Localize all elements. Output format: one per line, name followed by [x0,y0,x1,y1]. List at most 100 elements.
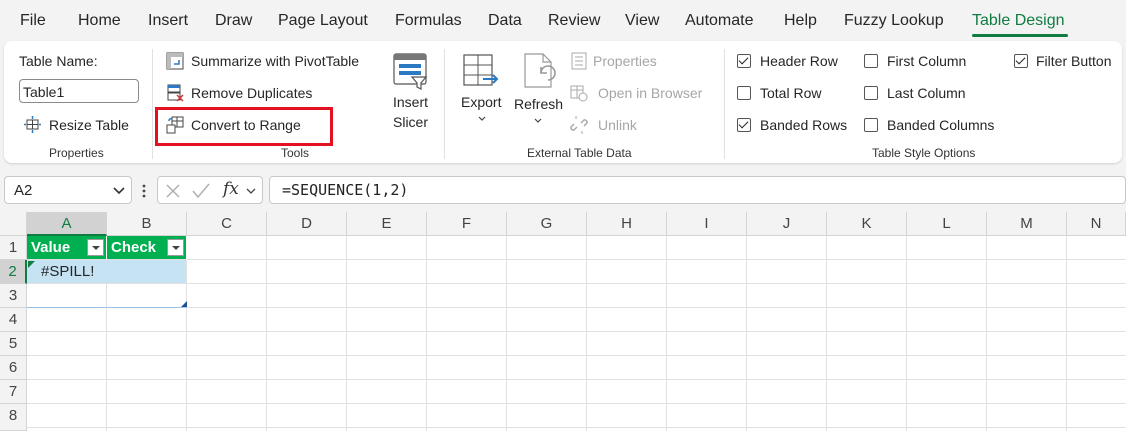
menu-view[interactable]: View [625,12,659,30]
grid-lines [27,236,1126,431]
more-options-icon[interactable] [142,183,146,199]
refresh-button[interactable]: Refresh [509,49,567,139]
cell-a3[interactable] [27,284,107,308]
open-in-browser-label: Open in Browser [598,85,703,101]
filter-dropdown-icon[interactable] [167,239,184,256]
cell-b3[interactable] [107,284,187,308]
filter-button-checkbox[interactable] [1014,54,1028,68]
select-all-corner[interactable] [0,212,27,236]
chevron-down-icon[interactable] [113,187,125,195]
export-button[interactable]: Export [455,49,509,139]
menu-fuzzy-lookup[interactable]: Fuzzy Lookup [844,12,944,30]
banded-rows-checkbox[interactable] [737,118,751,132]
menu-automate[interactable]: Automate [685,12,753,30]
group-separator [724,49,725,159]
row-header-1[interactable]: 1 [0,236,27,260]
enter-check-icon[interactable] [192,183,210,199]
header-row-option[interactable]: Header Row [737,53,852,71]
formula-input[interactable]: =SEQUENCE(1,2) [269,176,1126,204]
cancel-icon[interactable] [165,183,181,199]
menu-table-design[interactable]: Table Design [972,12,1065,30]
menu-data[interactable]: Data [488,12,522,30]
banded-columns-option[interactable]: Banded Columns [864,117,1009,135]
table-name-input[interactable]: Table1 [19,79,139,103]
name-box[interactable]: A2 [4,176,132,204]
column-header-l[interactable]: L [907,212,987,236]
column-header-c[interactable]: C [187,212,267,236]
row-header-3[interactable]: 3 [0,284,27,308]
table-resize-handle-icon[interactable] [181,301,187,307]
column-header-g[interactable]: G [507,212,587,236]
menu-formulas[interactable]: Formulas [395,12,462,30]
column-header-f[interactable]: F [427,212,507,236]
menu-file[interactable]: File [20,12,46,30]
table-header-label: Check [111,239,157,256]
summarize-pivottable-label: Summarize with PivotTable [191,53,360,69]
column-header-k[interactable]: K [827,212,907,236]
remove-duplicates-icon [167,84,184,102]
insert-function-icon[interactable]: fx [223,179,239,199]
column-header-j[interactable]: J [747,212,827,236]
resize-table-button[interactable]: Resize Table [22,115,142,135]
column-header-a[interactable]: A [27,212,107,236]
menu-insert[interactable]: Insert [148,12,188,30]
last-column-label: Last Column [887,85,966,101]
row-header-2[interactable]: 2 [0,260,27,284]
menu-draw[interactable]: Draw [215,12,252,30]
column-header-d[interactable]: D [267,212,347,236]
cell-a2[interactable]: #SPILL! [27,260,107,284]
banded-rows-option[interactable]: Banded Rows [737,117,857,135]
cell-b2[interactable] [107,260,187,284]
tools-group-label: Tools [281,146,310,160]
first-column-checkbox[interactable] [864,54,878,68]
column-header-m[interactable]: M [987,212,1067,236]
column-header-n[interactable]: N [1067,212,1126,236]
group-separator [152,49,153,159]
menu-page-layout[interactable]: Page Layout [278,12,368,30]
menu-help[interactable]: Help [784,12,817,30]
unlink-label: Unlink [598,117,637,133]
header-row-checkbox[interactable] [737,54,751,68]
remove-duplicates-button[interactable]: Remove Duplicates [164,83,334,103]
properties-icon [571,52,587,70]
banded-columns-label: Banded Columns [887,117,995,133]
refresh-icon [524,53,556,88]
column-header-b[interactable]: B [107,212,187,236]
filter-button-option[interactable]: Filter Button [1014,53,1122,71]
chevron-down-icon[interactable] [246,188,256,195]
column-header-h[interactable]: H [587,212,667,236]
menu-review[interactable]: Review [548,12,600,30]
filter-dropdown-icon[interactable] [87,239,104,256]
style-options-group-label: Table Style Options [872,146,976,160]
total-row-option[interactable]: Total Row [737,85,837,103]
chevron-down-icon [534,118,542,123]
menu-home[interactable]: Home [78,12,121,30]
summarize-pivottable-button[interactable]: Summarize with PivotTable [164,51,379,71]
column-header-i[interactable]: I [667,212,747,236]
last-column-option[interactable]: Last Column [864,85,979,103]
insert-slicer-button[interactable]: Insert Slicer [382,49,440,139]
error-indicator-icon[interactable] [28,261,35,268]
export-label: Export [461,94,502,110]
row-header-6[interactable]: 6 [0,356,27,380]
insert-slicer-label-2: Slicer [393,114,429,130]
insert-slicer-icon [393,53,428,90]
spill-error-value: #SPILL! [41,263,95,280]
column-header-e[interactable]: E [347,212,427,236]
total-row-checkbox[interactable] [737,86,751,100]
first-column-option[interactable]: First Column [864,53,979,71]
open-in-browser-button[interactable]: Open in Browser [568,83,713,103]
banded-columns-checkbox[interactable] [864,118,878,132]
row-header-7[interactable]: 7 [0,380,27,404]
row-header-5[interactable]: 5 [0,332,27,356]
resize-table-label: Resize Table [49,117,129,133]
table-header-check[interactable]: Check [107,236,187,260]
unlink-button[interactable]: Unlink [568,115,648,135]
row-header-4[interactable]: 4 [0,308,27,332]
total-row-label: Total Row [760,85,822,101]
properties-button[interactable]: Properties [568,51,708,71]
chevron-down-icon [478,116,486,121]
table-header-value[interactable]: Value [27,236,107,260]
last-column-checkbox[interactable] [864,86,878,100]
row-header-8[interactable]: 8 [0,404,27,431]
